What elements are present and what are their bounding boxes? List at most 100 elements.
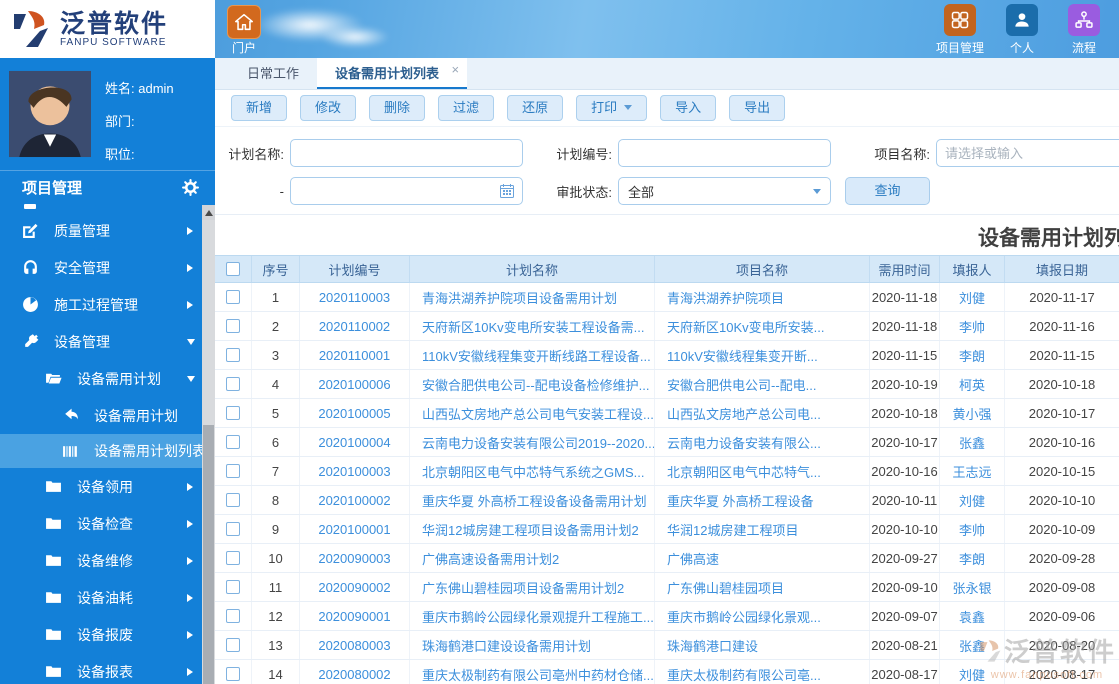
cell-project-name[interactable]: 青海洪湖养护院项目 bbox=[655, 283, 870, 311]
row-checkbox[interactable] bbox=[226, 667, 240, 681]
row-checkbox[interactable] bbox=[226, 348, 240, 362]
sidebar-scrollbar[interactable] bbox=[202, 205, 215, 684]
sidebar-item-safety-management[interactable]: 安全管理 bbox=[0, 249, 215, 286]
delete-button[interactable]: 删除 bbox=[369, 95, 425, 121]
sidebar-item-construction-process-management[interactable]: 施工过程管理 bbox=[0, 286, 215, 323]
cell-plan-name[interactable]: 重庆华夏 外高桥工程设备设备需用计划 bbox=[410, 486, 655, 514]
cell-filler[interactable]: 刘健 bbox=[940, 660, 1005, 684]
sidebar-item-equipment-need-plan[interactable]: 设备需用计划 bbox=[0, 397, 215, 434]
row-checkbox[interactable] bbox=[226, 319, 240, 333]
row-checkbox[interactable] bbox=[226, 493, 240, 507]
row-checkbox[interactable] bbox=[226, 522, 240, 536]
cell-filler[interactable]: 刘健 bbox=[940, 486, 1005, 514]
cell-plan-name[interactable]: 110kV安徽线程集变开断线路工程设备... bbox=[410, 341, 655, 369]
sidebar-item-equipment-report[interactable]: 设备报表 bbox=[0, 653, 215, 684]
cell-plan-name[interactable]: 广东佛山碧桂园项目设备需用计划2 bbox=[410, 573, 655, 601]
table-row[interactable]: 32020110001110kV安徽线程集变开断线路工程设备...110kV安徽… bbox=[215, 341, 1119, 370]
row-checkbox[interactable] bbox=[226, 435, 240, 449]
cell-plan-name[interactable]: 珠海鹤港口建设设备需用计划 bbox=[410, 631, 655, 659]
cell-plan-name[interactable]: 华润12城房建工程项目设备需用计划2 bbox=[410, 515, 655, 543]
portal-button[interactable]: 门户 bbox=[224, 5, 264, 56]
cell-plan-no[interactable]: 2020100001 bbox=[300, 515, 410, 543]
cell-plan-name[interactable]: 广佛高速设备需用计划2 bbox=[410, 544, 655, 572]
cell-plan-name[interactable]: 重庆市鹅岭公园绿化景观提升工程施工... bbox=[410, 602, 655, 630]
table-row[interactable]: 112020090002广东佛山碧桂园项目设备需用计划2广东佛山碧桂园项目202… bbox=[215, 573, 1119, 602]
table-row[interactable]: 92020100001华润12城房建工程项目设备需用计划2华润12城房建工程项目… bbox=[215, 515, 1119, 544]
table-row[interactable]: 122020090001重庆市鹅岭公园绿化景观提升工程施工...重庆市鹅岭公园绿… bbox=[215, 602, 1119, 631]
row-checkbox[interactable] bbox=[226, 406, 240, 420]
modify-button[interactable]: 修改 bbox=[300, 95, 356, 121]
cell-plan-name[interactable]: 安徽合肥供电公司--配电设备检修维护... bbox=[410, 370, 655, 398]
nav-workflow[interactable]: 流程 bbox=[1053, 4, 1115, 56]
row-checkbox[interactable] bbox=[226, 290, 240, 304]
cell-plan-name[interactable]: 青海洪湖养护院项目设备需用计划 bbox=[410, 283, 655, 311]
sidebar-item-quality-management[interactable]: 质量管理 bbox=[0, 212, 215, 249]
cell-project-name[interactable]: 山西弘文房地产总公司电... bbox=[655, 399, 870, 427]
cell-project-name[interactable]: 天府新区10Kv变电所安装... bbox=[655, 312, 870, 340]
date-input[interactable] bbox=[290, 177, 523, 205]
sidebar-item-equipment-fuel[interactable]: 设备油耗 bbox=[0, 579, 215, 616]
approval-status-select[interactable]: 全部 bbox=[618, 177, 831, 205]
table-row[interactable]: 72020100003北京朝阳区电气中芯特气系统之GMS...北京朝阳区电气中芯… bbox=[215, 457, 1119, 486]
column-header[interactable]: 序号 bbox=[252, 256, 300, 282]
cell-filler[interactable]: 李帅 bbox=[940, 312, 1005, 340]
cell-plan-no[interactable]: 2020100004 bbox=[300, 428, 410, 456]
cell-filler[interactable]: 王志远 bbox=[940, 457, 1005, 485]
print-button[interactable]: 打印 bbox=[576, 95, 647, 121]
cell-project-name[interactable]: 华润12城房建工程项目 bbox=[655, 515, 870, 543]
column-header[interactable]: 需用时间 bbox=[870, 256, 940, 282]
sidebar-item-equipment-need-plan-list[interactable]: 设备需用计划列表 bbox=[0, 434, 215, 468]
cell-filler[interactable]: 张鑫 bbox=[940, 631, 1005, 659]
cell-plan-name[interactable]: 云南电力设备安装有限公司2019--2020... bbox=[410, 428, 655, 456]
project-name-input[interactable] bbox=[936, 139, 1119, 167]
cell-plan-no[interactable]: 2020090001 bbox=[300, 602, 410, 630]
select-all-checkbox[interactable] bbox=[226, 262, 240, 276]
cell-filler[interactable]: 李朗 bbox=[940, 341, 1005, 369]
cell-filler[interactable]: 柯英 bbox=[940, 370, 1005, 398]
nav-project-management[interactable]: 项目管理 bbox=[929, 4, 991, 56]
row-checkbox[interactable] bbox=[226, 638, 240, 652]
table-row[interactable]: 82020100002重庆华夏 外高桥工程设备设备需用计划重庆华夏 外高桥工程设… bbox=[215, 486, 1119, 515]
cell-plan-no[interactable]: 2020080003 bbox=[300, 631, 410, 659]
column-header[interactable]: 计划名称 bbox=[410, 256, 655, 282]
cell-plan-no[interactable]: 2020080002 bbox=[300, 660, 410, 684]
sidebar-item-equipment-inspection[interactable]: 设备检查 bbox=[0, 505, 215, 542]
cell-plan-no[interactable]: 2020110003 bbox=[300, 283, 410, 311]
sidebar-item-equipment-scrap[interactable]: 设备报废 bbox=[0, 616, 215, 653]
table-row[interactable]: 132020080003珠海鹤港口建设设备需用计划珠海鹤港口建设2020-08-… bbox=[215, 631, 1119, 660]
cell-filler[interactable]: 刘健 bbox=[940, 283, 1005, 311]
cell-filler[interactable]: 李帅 bbox=[940, 515, 1005, 543]
sidebar-item-equipment-need-plan-group[interactable]: 设备需用计划 bbox=[0, 360, 215, 397]
restore-button[interactable]: 还原 bbox=[507, 95, 563, 121]
query-button[interactable]: 查询 bbox=[845, 177, 930, 205]
cell-filler[interactable]: 张永银 bbox=[940, 573, 1005, 601]
tab-equipment-need-plan-list[interactable]: 设备需用计划列表× bbox=[317, 58, 467, 89]
cell-plan-no[interactable]: 2020090002 bbox=[300, 573, 410, 601]
table-row[interactable]: 12020110003青海洪湖养护院项目设备需用计划青海洪湖养护院项目2020-… bbox=[215, 283, 1119, 312]
sidebar-section-project-management[interactable]: 项目管理 bbox=[0, 170, 215, 203]
close-icon[interactable]: × bbox=[451, 58, 459, 85]
cell-plan-no[interactable]: 2020110001 bbox=[300, 341, 410, 369]
cell-plan-no[interactable]: 2020100005 bbox=[300, 399, 410, 427]
plan-no-input[interactable] bbox=[618, 139, 831, 167]
cell-filler[interactable]: 黄小强 bbox=[940, 399, 1005, 427]
cell-filler[interactable]: 张鑫 bbox=[940, 428, 1005, 456]
cell-project-name[interactable]: 重庆华夏 外高桥工程设备 bbox=[655, 486, 870, 514]
sidebar-item-equipment-requisition[interactable]: 设备领用 bbox=[0, 468, 215, 505]
filter-button[interactable]: 过滤 bbox=[438, 95, 494, 121]
import-button[interactable]: 导入 bbox=[660, 95, 716, 121]
sidebar-item-equipment-repair[interactable]: 设备维修 bbox=[0, 542, 215, 579]
cell-plan-name[interactable]: 山西弘文房地产总公司电气安装工程设... bbox=[410, 399, 655, 427]
cell-project-name[interactable]: 广佛高速 bbox=[655, 544, 870, 572]
gear-icon[interactable] bbox=[182, 179, 199, 196]
column-header[interactable]: 项目名称 bbox=[655, 256, 870, 282]
cell-plan-no[interactable]: 2020100002 bbox=[300, 486, 410, 514]
cell-plan-name[interactable]: 重庆太极制药有限公司亳州中药材仓储... bbox=[410, 660, 655, 684]
cell-project-name[interactable]: 北京朝阳区电气中芯特气... bbox=[655, 457, 870, 485]
plan-name-input[interactable] bbox=[290, 139, 523, 167]
cell-project-name[interactable]: 110kV安徽线程集变开断... bbox=[655, 341, 870, 369]
table-row[interactable]: 102020090003广佛高速设备需用计划2广佛高速2020-09-27李朗2… bbox=[215, 544, 1119, 573]
cell-plan-no[interactable]: 2020090003 bbox=[300, 544, 410, 572]
cell-filler[interactable]: 李朗 bbox=[940, 544, 1005, 572]
cell-project-name[interactable]: 重庆太极制药有限公司亳... bbox=[655, 660, 870, 684]
